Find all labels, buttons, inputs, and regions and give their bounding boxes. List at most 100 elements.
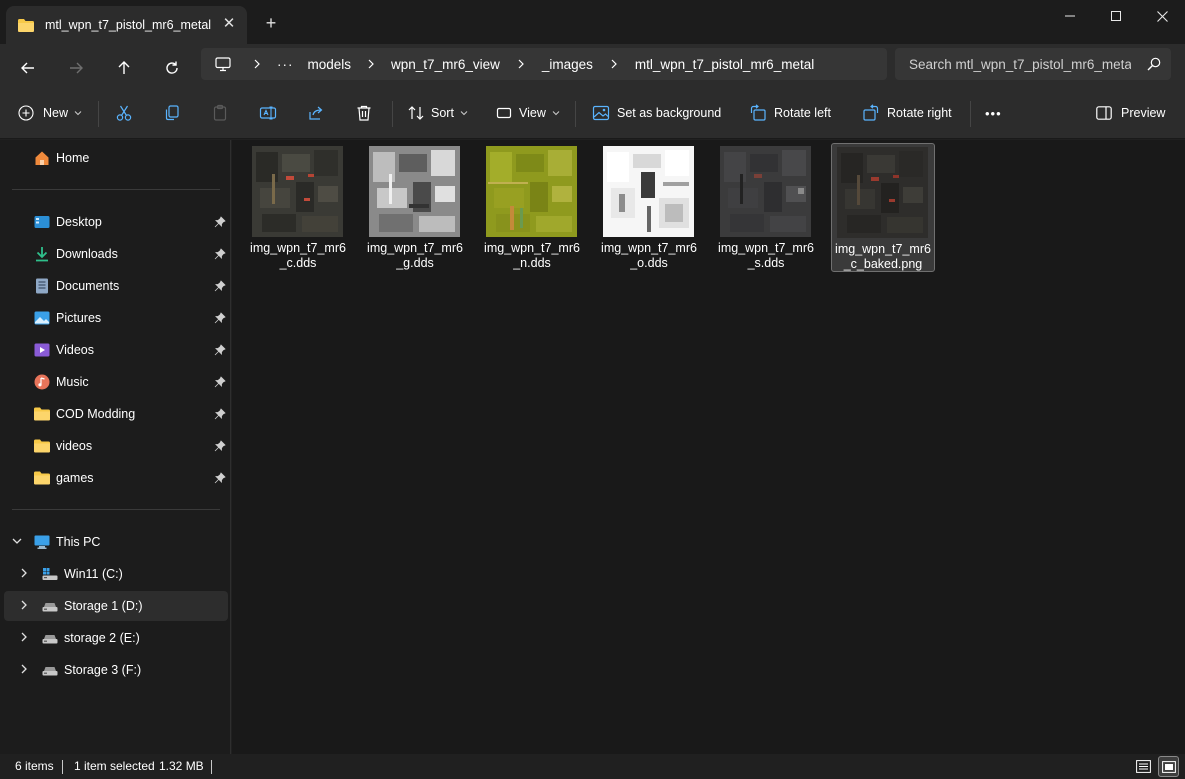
sidebar-item-drive-d[interactable]: Storage 1 (D:) <box>4 591 228 621</box>
drive-icon <box>42 603 58 612</box>
sidebar-item-music[interactable]: Music <box>4 367 228 397</box>
this-pc-crumb[interactable] <box>201 56 245 72</box>
sidebar-item-label: games <box>56 471 94 485</box>
maximize-icon <box>1111 11 1121 21</box>
sidebar-item-videos[interactable]: Videos <box>4 335 228 365</box>
details-view-button[interactable] <box>1133 756 1154 777</box>
maximize-button[interactable] <box>1093 0 1139 32</box>
sidebar-item-games[interactable]: games <box>4 463 228 493</box>
sidebar-item-label: Downloads <box>56 247 118 261</box>
more-crumbs-button[interactable]: ··· <box>277 57 294 72</box>
arrow-right-icon <box>70 62 83 74</box>
sidebar-item-desktop[interactable]: Desktop <box>4 207 228 237</box>
large-icons-view-button[interactable] <box>1158 756 1179 777</box>
file-name-line: _c.dds <box>279 256 317 270</box>
sidebar-item-label: Music <box>56 375 89 389</box>
pin-icon[interactable] <box>214 440 226 452</box>
item-count: 6 items <box>15 759 54 773</box>
tab-close-icon[interactable]: ✕ <box>221 16 237 32</box>
sidebar-item-cod-modding[interactable]: COD Modding <box>4 399 228 429</box>
chevron-right-icon[interactable] <box>20 568 28 578</box>
rotate-right-button[interactable]: Rotate right <box>862 100 952 126</box>
forward-button[interactable] <box>60 52 92 84</box>
sidebar-item-label: storage 2 (E:) <box>64 631 140 645</box>
file-item[interactable]: img_wpn_t7_mr6 _o.dds <box>598 143 702 272</box>
breadcrumb-models[interactable]: models <box>308 57 352 72</box>
sidebar-item-label: COD Modding <box>56 407 136 421</box>
cut-button[interactable] <box>115 100 133 126</box>
share-icon <box>309 106 323 120</box>
videos-icon <box>34 343 50 357</box>
tab-active[interactable]: mtl_wpn_t7_pistol_mr6_metal ✕ <box>6 6 247 44</box>
search-input[interactable]: Search mtl_wpn_t7_pistol_mr6_metal <box>895 48 1171 80</box>
close-window-button[interactable] <box>1139 0 1185 32</box>
breadcrumb-images[interactable]: _images <box>542 57 593 72</box>
chevron-right-icon[interactable] <box>500 59 542 69</box>
chevron-right-icon[interactable] <box>20 600 28 610</box>
desktop-icon <box>34 216 50 228</box>
image-thumbnail <box>720 146 811 237</box>
sidebar-item-videos-folder[interactable]: videos <box>4 431 228 461</box>
address-bar[interactable]: ··· models wpn_t7_mr6_view _images mtl_w… <box>201 48 887 80</box>
pin-icon[interactable] <box>214 376 226 388</box>
divider <box>62 760 63 774</box>
sidebar-item-drive-c[interactable]: Win11 (C:) <box>4 559 228 589</box>
file-item[interactable]: img_wpn_t7_mr6 _c.dds <box>247 143 351 272</box>
view-button[interactable]: View <box>496 100 560 126</box>
pin-icon[interactable] <box>214 280 226 292</box>
close-icon <box>1156 10 1168 22</box>
sidebar-item-label: videos <box>56 439 93 453</box>
breadcrumb-current-folder[interactable]: mtl_wpn_t7_pistol_mr6_metal <box>635 57 814 72</box>
sidebar-item-documents[interactable]: Documents <box>4 271 228 301</box>
pin-icon[interactable] <box>214 248 226 260</box>
music-icon <box>34 374 50 390</box>
delete-button[interactable] <box>355 100 373 126</box>
file-name: img_wpn_t7_mr6 _c_baked.png <box>834 242 932 272</box>
sidebar-item-label: Pictures <box>56 311 102 325</box>
chevron-right-icon[interactable] <box>351 59 391 69</box>
file-item[interactable]: img_wpn_t7_mr6 _n.dds <box>481 143 585 272</box>
share-button[interactable] <box>307 100 325 126</box>
new-tab-button[interactable]: + <box>261 13 281 33</box>
documents-icon <box>36 278 48 294</box>
refresh-button[interactable] <box>156 52 188 84</box>
file-item[interactable]: img_wpn_t7_mr6 _g.dds <box>364 143 468 272</box>
pin-icon[interactable] <box>214 344 226 356</box>
paste-button[interactable] <box>211 100 229 126</box>
pin-icon[interactable] <box>214 472 226 484</box>
divider <box>12 189 220 190</box>
sidebar-item-home[interactable]: Home <box>4 143 228 173</box>
sort-button[interactable]: Sort <box>407 100 468 126</box>
breadcrumb-wpn-view[interactable]: wpn_t7_mr6_view <box>391 57 500 72</box>
back-button[interactable] <box>12 52 44 84</box>
sidebar-item-pictures[interactable]: Pictures <box>4 303 228 333</box>
rotate-left-button[interactable]: Rotate left <box>749 100 831 126</box>
rotate-right-icon <box>863 104 879 121</box>
pin-icon[interactable] <box>214 312 226 324</box>
new-button[interactable]: New <box>18 100 82 126</box>
file-item-selected[interactable]: img_wpn_t7_mr6 _c_baked.png <box>831 143 935 272</box>
sidebar-item-drive-f[interactable]: Storage 3 (F:) <box>4 655 228 685</box>
file-item[interactable]: img_wpn_t7_mr6 _s.dds <box>715 143 819 272</box>
sidebar-item-downloads[interactable]: Downloads <box>4 239 228 269</box>
file-name-line: _s.dds <box>747 256 785 270</box>
preview-button[interactable]: Preview <box>1096 100 1165 126</box>
sidebar-item-this-pc[interactable]: This PC <box>4 527 228 557</box>
rename-button[interactable] <box>259 100 277 126</box>
chevron-right-icon[interactable] <box>20 632 28 642</box>
set-as-background-button[interactable]: Set as background <box>592 100 721 126</box>
minimize-button[interactable] <box>1047 0 1093 32</box>
more-options-button[interactable]: ••• <box>985 100 1002 126</box>
up-button[interactable] <box>108 52 140 84</box>
copy-button[interactable] <box>163 100 181 126</box>
set-background-label: Set as background <box>617 106 722 120</box>
chevron-right-icon[interactable] <box>245 59 269 69</box>
chevron-right-icon[interactable] <box>593 59 635 69</box>
chevron-down-icon[interactable] <box>12 537 22 545</box>
sidebar-item-drive-e[interactable]: storage 2 (E:) <box>4 623 228 653</box>
file-list[interactable]: img_wpn_t7_mr6 _c.dds img_wpn_t7_mr6 _g.dd… <box>232 140 1185 754</box>
pin-icon[interactable] <box>214 408 226 420</box>
chevron-right-icon[interactable] <box>20 664 28 674</box>
tab-title: mtl_wpn_t7_pistol_mr6_metal <box>45 18 212 32</box>
pin-icon[interactable] <box>214 216 226 228</box>
